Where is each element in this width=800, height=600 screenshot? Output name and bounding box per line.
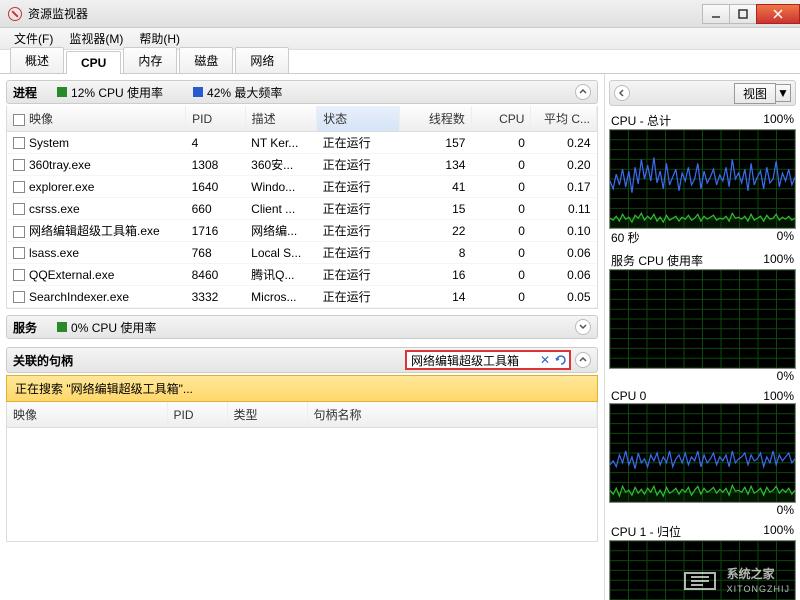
- table-row[interactable]: 网络编辑超级工具箱.exe1716网络编...正在运行2200.10: [7, 220, 597, 242]
- close-button[interactable]: [756, 4, 800, 24]
- handles-table: 映像 PID 类型 句柄名称: [6, 402, 598, 542]
- table-row[interactable]: QQExternal.exe8460腾讯Q...正在运行1600.06: [7, 264, 597, 286]
- view-dropdown-icon[interactable]: ▼: [775, 84, 791, 102]
- table-row[interactable]: SearchIndexer.exe3332Micros...正在运行1400.0…: [7, 286, 597, 308]
- processes-collapse-button[interactable]: [575, 84, 591, 100]
- services-title: 服务: [13, 319, 37, 336]
- chart-block: CPU 0 100% 0%: [609, 389, 796, 517]
- col-image[interactable]: 映像: [7, 106, 186, 132]
- table-row[interactable]: 360tray.exe1308360安...正在运行13400.20: [7, 154, 597, 176]
- hcol-type[interactable]: 类型: [227, 402, 307, 428]
- chart-title: CPU 1 - 归位: [611, 523, 681, 540]
- chart-canvas: [609, 269, 796, 369]
- chart-title: CPU 0: [611, 389, 646, 403]
- col-cpu[interactable]: CPU: [471, 106, 531, 132]
- menu-bar: 文件(F) 监视器(M) 帮助(H): [0, 28, 800, 50]
- chart-canvas: [609, 403, 796, 503]
- chart-block: CPU - 总计 100% 60 秒 0%: [609, 112, 796, 246]
- handles-search-input[interactable]: [407, 352, 537, 368]
- processes-metric-freq: 42% 最大频率: [193, 84, 282, 101]
- window-title: 资源监视器: [28, 5, 88, 22]
- table-row[interactable]: System4NT Ker...正在运行15700.24: [7, 132, 597, 154]
- tab-network[interactable]: 网络: [235, 47, 289, 73]
- menu-monitor[interactable]: 监视器(M): [61, 28, 131, 49]
- charts-panel: 视图 ▼ CPU - 总计 100% 60 秒 0% 服务 CPU 使用率 100% …: [604, 74, 800, 600]
- table-row[interactable]: lsass.exe768Local S...正在运行800.06: [7, 242, 597, 264]
- select-all-checkbox[interactable]: [13, 114, 25, 126]
- handles-search-box: ✕: [405, 350, 571, 370]
- chart-xlabel: 60 秒: [611, 229, 640, 246]
- chart-max: 100%: [763, 252, 794, 269]
- table-row[interactable]: csrss.exe660Client ...正在运行1500.11: [7, 198, 597, 220]
- title-bar: 资源监视器: [0, 0, 800, 28]
- row-checkbox[interactable]: [13, 159, 25, 171]
- row-checkbox[interactable]: [13, 137, 25, 149]
- chart-canvas: [609, 129, 796, 229]
- cpu-usage-swatch: [57, 87, 67, 97]
- chart-max: 100%: [763, 389, 794, 403]
- chart-title: CPU - 总计: [611, 112, 671, 129]
- row-checkbox[interactable]: [13, 247, 25, 259]
- tab-strip: 概述 CPU 内存 磁盘 网络: [0, 50, 800, 74]
- menu-help[interactable]: 帮助(H): [131, 28, 188, 49]
- hcol-image[interactable]: 映像: [7, 402, 167, 428]
- col-state[interactable]: 状态: [317, 106, 400, 132]
- row-checkbox[interactable]: [13, 181, 25, 193]
- col-threads[interactable]: 线程数: [400, 106, 471, 132]
- processes-title: 进程: [13, 84, 37, 101]
- chart-title: 服务 CPU 使用率: [611, 252, 703, 269]
- services-swatch: [57, 322, 67, 332]
- processes-header[interactable]: 进程 12% CPU 使用率 42% 最大频率: [6, 80, 598, 104]
- clear-search-icon[interactable]: ✕: [537, 353, 553, 367]
- services-metric: 0% CPU 使用率: [57, 319, 156, 336]
- watermark-logo-icon: [683, 567, 723, 593]
- view-toolbar: 视图 ▼: [609, 80, 796, 106]
- chart-min: 0%: [777, 369, 794, 383]
- maximize-button[interactable]: [729, 4, 757, 24]
- handles-collapse-button[interactable]: [575, 352, 591, 368]
- col-avg[interactable]: 平均 C...: [531, 106, 597, 132]
- hcol-name[interactable]: 句柄名称: [307, 402, 597, 428]
- chart-min: 0%: [777, 503, 794, 517]
- menu-file[interactable]: 文件(F): [6, 28, 61, 49]
- processes-table: 映像 PID 描述 状态 线程数 CPU 平均 C... System4NT K…: [6, 106, 598, 309]
- view-button[interactable]: 视图: [734, 83, 776, 104]
- chart-max: 100%: [763, 523, 794, 540]
- chart-max: 100%: [763, 112, 794, 129]
- handles-search-status: 正在搜索 "网络编辑超级工具箱"...: [6, 375, 598, 402]
- watermark: 系统之家XITONGZHIJ: [683, 566, 790, 594]
- handles-header: 关联的句柄 ✕: [6, 347, 598, 373]
- minimize-button[interactable]: [702, 4, 730, 24]
- services-expand-button[interactable]: [575, 319, 591, 335]
- row-checkbox[interactable]: [13, 203, 25, 215]
- services-header[interactable]: 服务 0% CPU 使用率: [6, 315, 598, 339]
- tab-cpu[interactable]: CPU: [66, 51, 121, 74]
- chart-min: 0%: [777, 229, 794, 246]
- chart-block: 服务 CPU 使用率 100% 0%: [609, 252, 796, 383]
- panel-collapse-icon[interactable]: [614, 85, 630, 101]
- max-freq-swatch: [193, 87, 203, 97]
- hcol-pid[interactable]: PID: [167, 402, 227, 428]
- col-desc[interactable]: 描述: [245, 106, 316, 132]
- row-checkbox[interactable]: [13, 291, 25, 303]
- tab-memory[interactable]: 内存: [123, 47, 177, 73]
- watermark-text: 系统之家XITONGZHIJ: [727, 566, 790, 594]
- search-refresh-icon[interactable]: [553, 354, 569, 366]
- row-checkbox[interactable]: [13, 269, 25, 281]
- table-row[interactable]: explorer.exe1640Windo...正在运行4100.17: [7, 176, 597, 198]
- row-checkbox[interactable]: [13, 226, 25, 238]
- tab-disk[interactable]: 磁盘: [179, 47, 233, 73]
- handles-title: 关联的句柄: [13, 352, 73, 369]
- processes-metric-cpu: 12% CPU 使用率: [57, 84, 163, 101]
- col-pid[interactable]: PID: [186, 106, 246, 132]
- tab-overview[interactable]: 概述: [10, 47, 64, 73]
- app-icon: [8, 7, 22, 21]
